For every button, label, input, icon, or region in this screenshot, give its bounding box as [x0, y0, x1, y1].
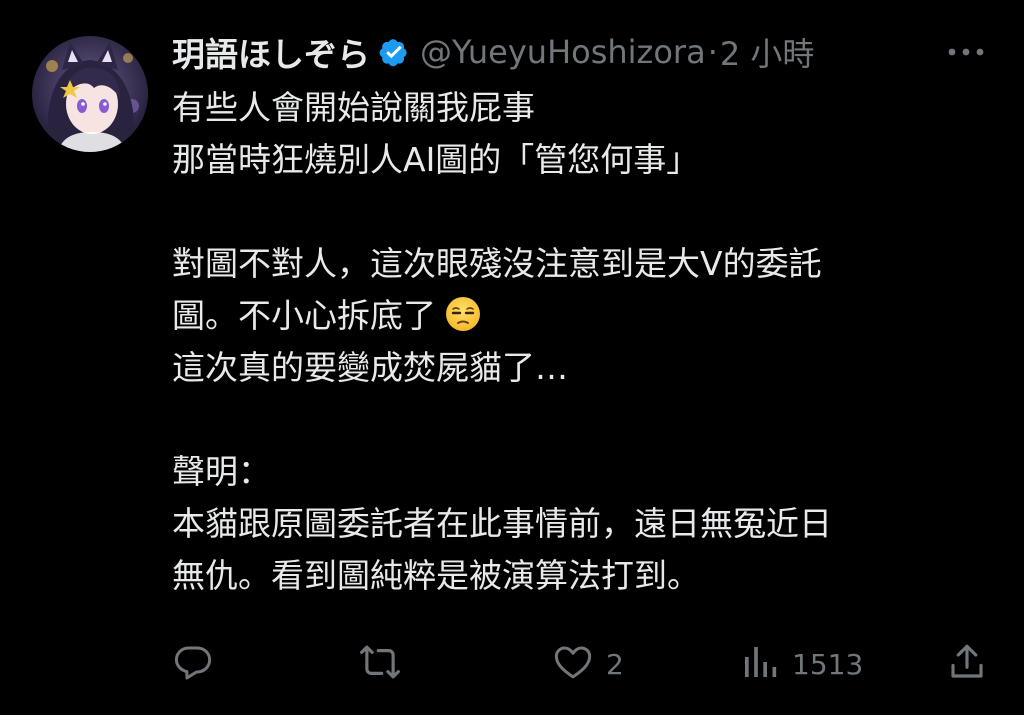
reply-button[interactable] — [172, 638, 214, 690]
reply-icon — [172, 641, 214, 687]
repost-icon — [358, 641, 402, 687]
tweet-line: 對圖不對人，這次眼殘沒注意到是大V的委託 — [172, 244, 822, 283]
views-chart-icon — [740, 641, 780, 687]
tweet-line: 無仇。看到圖純粹是被演算法打到。 — [172, 556, 700, 595]
tweet-header: 玥語ほしぞら @YueyuHoshizora · 2 小時 — [172, 30, 814, 74]
share-button[interactable] — [946, 638, 988, 690]
tweet-line: 圖。不小心拆底了 — [172, 290, 992, 342]
share-icon — [946, 641, 988, 687]
avatar[interactable] — [32, 36, 148, 152]
author-handle[interactable]: @YueyuHoshizora — [420, 33, 706, 71]
tweet-line: 有些人會開始說關我屁事 — [172, 88, 535, 127]
tweet-line: 那當時狂燒別人AI圖的「管您何事」 — [172, 140, 700, 179]
verified-badge-icon — [376, 34, 412, 70]
heart-icon — [552, 641, 594, 687]
tweet-line: 這次真的要變成焚屍貓了… — [172, 348, 568, 387]
action-bar: 2 1513 — [172, 638, 992, 690]
like-button[interactable]: 2 — [552, 638, 624, 690]
tweet-text: 有些人會開始說關我屁事 那當時狂燒別人AI圖的「管您何事」 對圖不對人，這次眼殘… — [172, 82, 992, 602]
unamused-face-icon — [444, 295, 482, 333]
tweet: 玥語ほしぞら @YueyuHoshizora · 2 小時 有些人會開始說關我屁… — [0, 0, 1024, 715]
tweet-timestamp[interactable]: 2 小時 — [720, 29, 815, 75]
views-count: 1513 — [792, 647, 864, 681]
display-name[interactable]: 玥語ほしぞら — [172, 28, 370, 76]
more-options-icon[interactable] — [944, 38, 988, 66]
tweet-line: 本貓跟原圖委託者在此事情前，遠日無冤近日 — [172, 504, 832, 543]
repost-button[interactable] — [358, 638, 402, 690]
views-button[interactable]: 1513 — [740, 638, 863, 690]
avatar-image — [32, 36, 148, 152]
tweet-line: 聲明： — [172, 452, 271, 491]
like-count: 2 — [606, 647, 624, 681]
header-separator: · — [707, 33, 718, 71]
tweet-line-text: 圖。不小心拆底了 — [172, 296, 436, 335]
